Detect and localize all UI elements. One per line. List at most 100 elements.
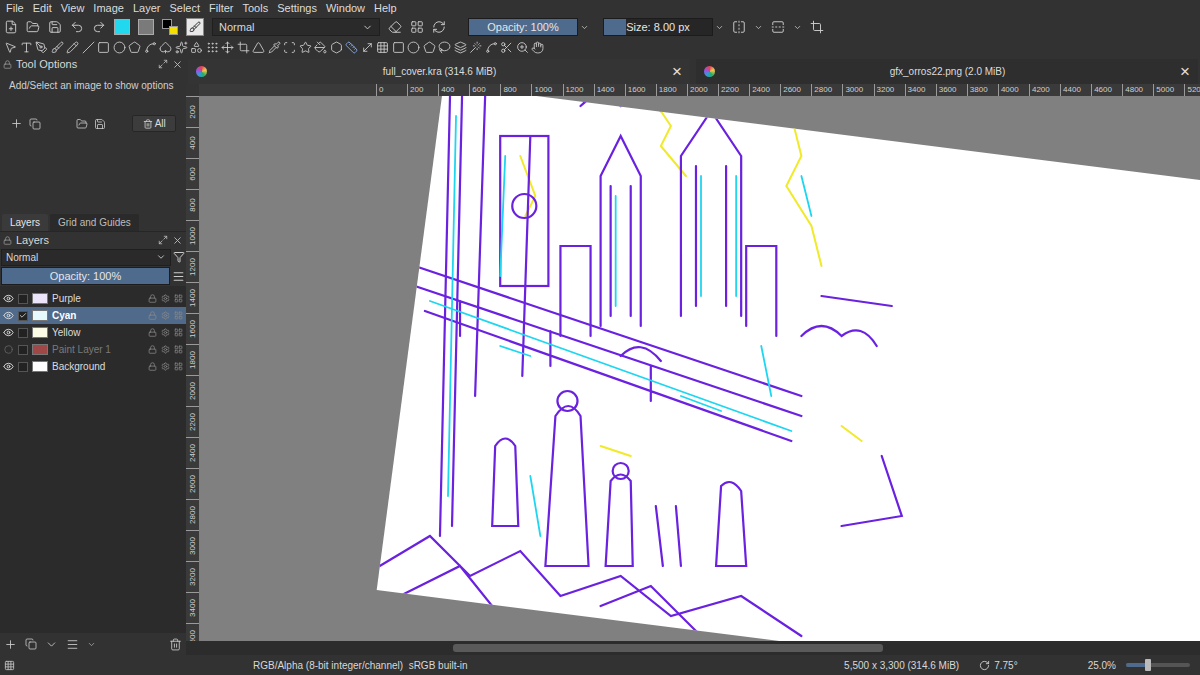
menu-item[interactable]: Tools [243, 3, 269, 14]
rectangle-tool-icon[interactable] [97, 41, 110, 54]
menu-item[interactable]: Filter [209, 3, 233, 14]
contiguous-select-icon[interactable] [454, 41, 467, 54]
layer-row[interactable]: Purple [0, 290, 186, 307]
inherit-alpha-icon[interactable] [174, 345, 183, 354]
alpha-lock-icon[interactable] [161, 362, 170, 371]
document-tab[interactable]: full_cover.kra (314.6 MiB)× [188, 59, 690, 84]
reload-preset-icon[interactable] [432, 20, 446, 34]
hidden-visibility-icon[interactable] [4, 345, 13, 354]
menu-item[interactable]: Edit [33, 3, 52, 14]
redo-icon[interactable] [92, 20, 106, 34]
spin-arrow-icon[interactable] [580, 23, 589, 32]
pencil-icon[interactable] [66, 41, 79, 54]
delete-layer-icon[interactable] [169, 638, 182, 651]
zoom-slider-handle[interactable] [1145, 659, 1151, 671]
layer-lock-icon[interactable] [148, 345, 157, 354]
close-tab-button[interactable]: × [1180, 63, 1190, 80]
menu-item[interactable]: Window [326, 3, 365, 14]
layer-row[interactable]: Cyan [0, 307, 186, 324]
add-option-icon[interactable] [10, 117, 23, 130]
canvas-area[interactable] [199, 96, 1200, 641]
brush-preset-swatch[interactable] [186, 18, 204, 36]
layer-checkbox[interactable] [18, 311, 28, 321]
gradient-swatch[interactable] [114, 19, 130, 35]
brush-tool-icon[interactable] [51, 41, 64, 54]
inherit-alpha-icon[interactable] [174, 294, 183, 303]
bezier-tool-icon[interactable] [159, 41, 172, 54]
assistant-tool-icon[interactable] [345, 41, 358, 54]
wrap-around-icon[interactable] [810, 20, 824, 34]
dock-lock-icon[interactable] [3, 236, 12, 245]
gradient-tool-icon[interactable] [252, 41, 265, 54]
zoom-slider[interactable] [1126, 663, 1190, 667]
menu-item[interactable]: Layer [133, 3, 161, 14]
pan-tool-icon[interactable] [531, 41, 544, 54]
size-slider[interactable]: Size: 8.00 px [603, 18, 713, 36]
mirror-vertical-icon[interactable] [771, 20, 785, 34]
duplicate-layer-icon[interactable] [25, 638, 37, 650]
layer-row[interactable]: Background [0, 358, 186, 375]
menu-item[interactable]: Image [93, 3, 124, 14]
clear-all-button[interactable]: All [132, 115, 176, 132]
inherit-alpha-icon[interactable] [174, 362, 183, 371]
measure-tool-icon[interactable] [361, 41, 374, 54]
artwork-canvas[interactable] [199, 96, 1200, 641]
layer-row[interactable]: Paint Layer 1 [0, 341, 186, 358]
polygon-tool-icon[interactable] [128, 41, 141, 54]
close-dock-icon[interactable] [172, 235, 183, 246]
add-layer-icon[interactable] [4, 638, 17, 651]
opacity-slider[interactable]: Opacity: 100% [468, 18, 578, 36]
float-icon[interactable] [158, 59, 168, 69]
layer-checkbox[interactable] [18, 328, 28, 338]
ellipse-tool-icon[interactable] [113, 41, 126, 54]
close-tab-button[interactable]: × [672, 63, 682, 80]
layer-lock-icon[interactable] [148, 362, 157, 371]
save-icon[interactable] [48, 20, 62, 34]
visibility-icon[interactable] [3, 310, 14, 321]
polygon-select-icon[interactable] [423, 41, 436, 54]
mirror-menu-icon[interactable] [754, 23, 763, 32]
docker-tab[interactable]: Layers [2, 214, 48, 231]
status-icon[interactable] [4, 660, 15, 671]
enclose-fill-icon[interactable] [330, 41, 343, 54]
layer-checkbox[interactable] [18, 345, 28, 355]
scrollbar-thumb[interactable] [453, 644, 883, 652]
eraser-mode-icon[interactable] [388, 20, 402, 34]
rect-select-icon[interactable] [392, 41, 405, 54]
docker-tab[interactable]: Grid and Guides [50, 214, 139, 231]
inherit-alpha-icon[interactable] [174, 311, 183, 320]
preserve-alpha-icon[interactable] [410, 20, 424, 34]
inherit-alpha-icon[interactable] [174, 328, 183, 337]
layer-row[interactable]: Yellow [0, 324, 186, 341]
menu-item[interactable]: File [6, 3, 24, 14]
text-tool-icon[interactable] [20, 41, 33, 54]
load-option-icon[interactable] [76, 118, 88, 130]
menu-item[interactable]: Settings [277, 3, 317, 14]
freehand-select-icon[interactable] [438, 41, 451, 54]
visibility-icon[interactable] [3, 293, 14, 304]
color-picker-icon[interactable] [268, 41, 281, 54]
magnetic-select-icon[interactable] [500, 41, 513, 54]
blend-mode-dropdown[interactable]: Normal [212, 18, 380, 36]
menu-item[interactable]: Select [169, 3, 200, 14]
ellipse-select-icon[interactable] [407, 41, 420, 54]
visibility-icon[interactable] [3, 361, 14, 372]
duplicate-option-icon[interactable] [29, 118, 41, 130]
layer-opacity-slider[interactable]: Opacity: 100% [1, 267, 170, 285]
dynamic-brush-icon[interactable] [175, 41, 188, 54]
move-tool-icon[interactable] [221, 41, 234, 54]
close-dock-icon[interactable] [172, 59, 183, 70]
layer-lock-icon[interactable] [148, 328, 157, 337]
layer-filter-icon[interactable] [173, 251, 185, 263]
document-tab[interactable]: gfx_orros22.png (2.0 MiB)× [696, 59, 1198, 84]
rotation-icon[interactable] [979, 660, 990, 671]
move-down-icon[interactable] [45, 638, 58, 651]
multibrush-icon[interactable] [190, 41, 203, 54]
reference-tool-icon[interactable] [376, 41, 389, 54]
alpha-lock-icon[interactable] [161, 328, 170, 337]
layer-blend-dropdown[interactable]: Normal [1, 249, 171, 266]
calligraphy-icon[interactable] [35, 41, 48, 54]
alpha-lock-icon[interactable] [161, 294, 170, 303]
alpha-lock-icon[interactable] [161, 345, 170, 354]
select-shapes-icon[interactable] [4, 41, 17, 54]
